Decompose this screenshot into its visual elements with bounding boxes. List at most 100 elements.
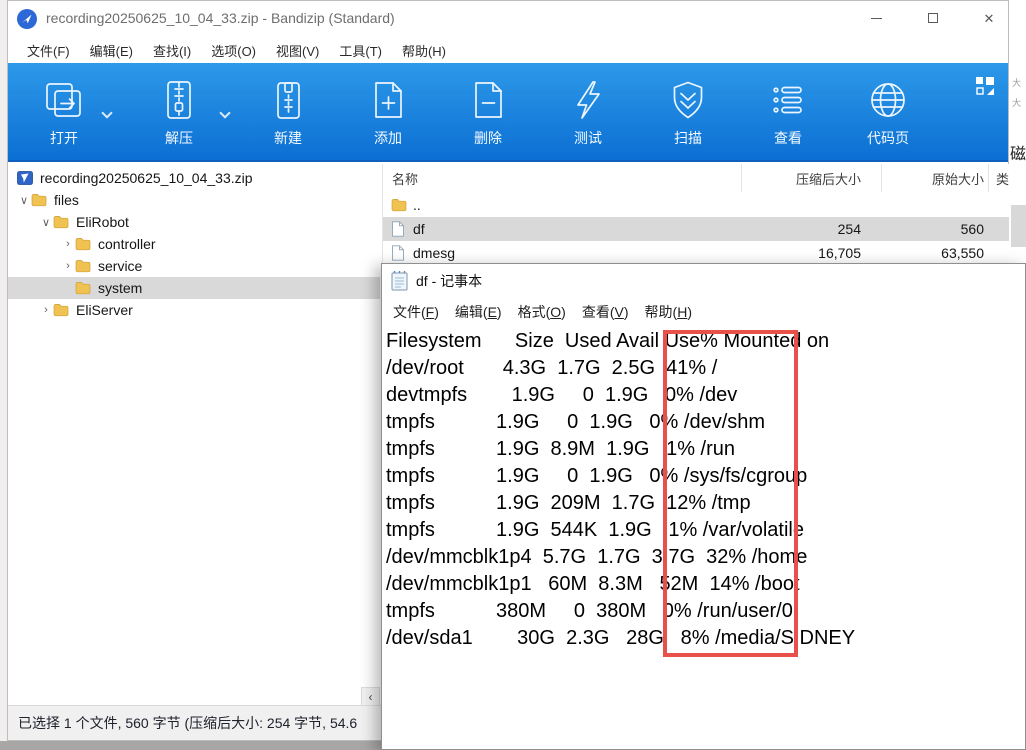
tree-item-label: recording20250625_10_04_33.zip xyxy=(40,170,253,186)
toolbar-label: 解压 xyxy=(165,128,193,148)
column-header-original[interactable]: 原始大小 xyxy=(881,164,988,192)
new-archive-icon xyxy=(266,78,310,122)
window-title: df - 记事本 xyxy=(416,271,482,291)
chevron-down-icon[interactable]: ∨ xyxy=(17,194,31,207)
list-item-dmesg[interactable]: dmesg 16,705 63,550 xyxy=(383,241,1009,265)
list-item-parent-dir[interactable]: .. xyxy=(383,193,1009,217)
column-header-compressed[interactable]: 压缩后大小 xyxy=(741,164,881,192)
tree-item-label: EliServer xyxy=(76,302,133,318)
tree-item-label: files xyxy=(54,192,79,208)
highlight-annotation-rectangle xyxy=(663,330,798,657)
toolbar-label: 扫描 xyxy=(674,128,702,148)
toolbar-new-button[interactable]: 新建 xyxy=(238,63,338,160)
chevron-down-icon[interactable] xyxy=(219,107,230,118)
menu-find[interactable]: 查找(I) xyxy=(143,38,201,63)
background-block xyxy=(1011,205,1026,247)
extract-icon xyxy=(157,78,201,122)
toolbar-scan-button[interactable]: 扫描 xyxy=(638,63,738,160)
screen: { "colors": { "toolbar_top": "#2d99e9", … xyxy=(0,0,1026,750)
tree-item-files[interactable]: ∨ files xyxy=(8,189,380,211)
menu-view[interactable]: 查看(V) xyxy=(574,298,637,326)
chevron-down-icon[interactable]: ∨ xyxy=(39,216,53,229)
chevron-right-icon[interactable]: › xyxy=(61,260,75,272)
toolbar-codepage-button[interactable]: 代码页 xyxy=(838,63,938,160)
chevron-right-icon[interactable]: › xyxy=(39,304,53,316)
chevron-right-icon[interactable]: › xyxy=(61,238,75,250)
open-archive-icon xyxy=(42,78,86,122)
minimize-icon[interactable] xyxy=(859,3,893,33)
tree-item-eliserver[interactable]: › EliServer xyxy=(8,299,380,321)
chevron-down-icon[interactable] xyxy=(101,107,112,118)
folder-icon xyxy=(75,236,93,252)
notepad-menubar: 文件(F) 编辑(E) 格式(O) 查看(V) 帮助(H) xyxy=(382,297,1025,326)
toolbar-label: 删除 xyxy=(474,128,502,148)
toolbar-label: 打开 xyxy=(50,128,78,148)
toolbar-label: 添加 xyxy=(374,128,402,148)
window-title: recording20250625_10_04_33.zip - Bandizi… xyxy=(46,10,395,26)
toolbar-label: 测试 xyxy=(574,128,602,148)
menu-help[interactable]: 帮助(H) xyxy=(392,38,456,63)
menu-file[interactable]: 文件(F) xyxy=(17,38,80,63)
original-size: 63,550 xyxy=(881,245,988,261)
toolbar-open-button[interactable]: 打开 xyxy=(8,63,120,160)
codepage-globe-icon xyxy=(866,78,910,122)
column-header-name[interactable]: 名称 xyxy=(383,164,741,192)
compressed-size: 254 xyxy=(741,221,881,237)
menu-tools[interactable]: 工具(T) xyxy=(329,38,392,63)
file-name: .. xyxy=(413,197,421,213)
menu-edit[interactable]: 编辑(E) xyxy=(80,38,143,63)
original-size: 560 xyxy=(881,221,988,237)
folder-icon xyxy=(391,197,407,213)
tree-item-service[interactable]: › service xyxy=(8,255,380,277)
tree-item-system[interactable]: system xyxy=(8,277,380,299)
list-item-df[interactable]: df 254 560 xyxy=(383,217,1009,241)
notepad-titlebar[interactable]: df - 记事本 xyxy=(382,264,1025,297)
add-file-icon xyxy=(366,78,410,122)
tree-item-label: EliRobot xyxy=(76,214,129,230)
menu-options[interactable]: 选项(O) xyxy=(201,38,266,63)
bandizip-titlebar[interactable]: recording20250625_10_04_33.zip - Bandizi… xyxy=(8,1,1008,37)
maximize-icon[interactable] xyxy=(916,3,950,33)
background-text-fragment: 大 xyxy=(1012,96,1021,109)
scroll-left-icon[interactable]: ‹ xyxy=(361,687,380,706)
folder-icon xyxy=(53,302,71,318)
toolbar-view-button[interactable]: 查看 xyxy=(738,63,838,160)
background-text-fragment: 磁 xyxy=(1010,140,1026,164)
folder-icon xyxy=(75,280,93,296)
menu-view[interactable]: 视图(V) xyxy=(266,38,329,63)
toolbar-delete-button[interactable]: 删除 xyxy=(438,63,538,160)
column-header-type[interactable]: 类型 xyxy=(988,164,1009,192)
file-list-header: 名称 压缩后大小 原始大小 类型 xyxy=(383,164,1009,192)
menu-help[interactable]: 帮助(H) xyxy=(637,298,700,326)
folder-icon xyxy=(31,192,49,208)
status-text: 已选择 1 个文件, 560 字节 (压缩后大小: 254 字节, 54.6 xyxy=(18,713,357,733)
bandizip-app-icon xyxy=(17,9,37,29)
menu-edit[interactable]: 编辑(E) xyxy=(447,298,510,326)
folder-icon xyxy=(75,258,93,274)
tree-item-controller[interactable]: › controller xyxy=(8,233,380,255)
tree-item-label: service xyxy=(98,258,142,274)
notepad-app-icon xyxy=(390,270,409,291)
background-text-fragment: 大 xyxy=(1012,76,1021,89)
layout-grid-icon[interactable] xyxy=(974,75,996,97)
tree-item-label: controller xyxy=(98,236,156,252)
tree-item-archive-root[interactable]: recording20250625_10_04_33.zip xyxy=(8,167,380,189)
delete-file-icon xyxy=(466,78,510,122)
file-icon xyxy=(391,221,407,237)
tree-item-elirobot[interactable]: ∨ EliRobot xyxy=(8,211,380,233)
toolbar-add-button[interactable]: 添加 xyxy=(338,63,438,160)
test-archive-icon xyxy=(566,78,610,122)
bandizip-menubar: 文件(F) 编辑(E) 查找(I) 选项(O) 视图(V) 工具(T) 帮助(H… xyxy=(8,37,1008,63)
menu-format[interactable]: 格式(O) xyxy=(510,298,574,326)
close-icon[interactable]: ✕ xyxy=(972,3,1006,33)
menu-file[interactable]: 文件(F) xyxy=(385,298,447,326)
toolbar-label: 代码页 xyxy=(867,128,909,148)
file-name: dmesg xyxy=(413,245,455,261)
toolbar-test-button[interactable]: 测试 xyxy=(538,63,638,160)
file-icon xyxy=(391,245,407,261)
toolbar-label: 新建 xyxy=(274,128,302,148)
view-list-icon xyxy=(766,78,810,122)
toolbar-extract-button[interactable]: 解压 xyxy=(120,63,238,160)
desktop-strip xyxy=(0,741,381,750)
folder-icon xyxy=(53,214,71,230)
